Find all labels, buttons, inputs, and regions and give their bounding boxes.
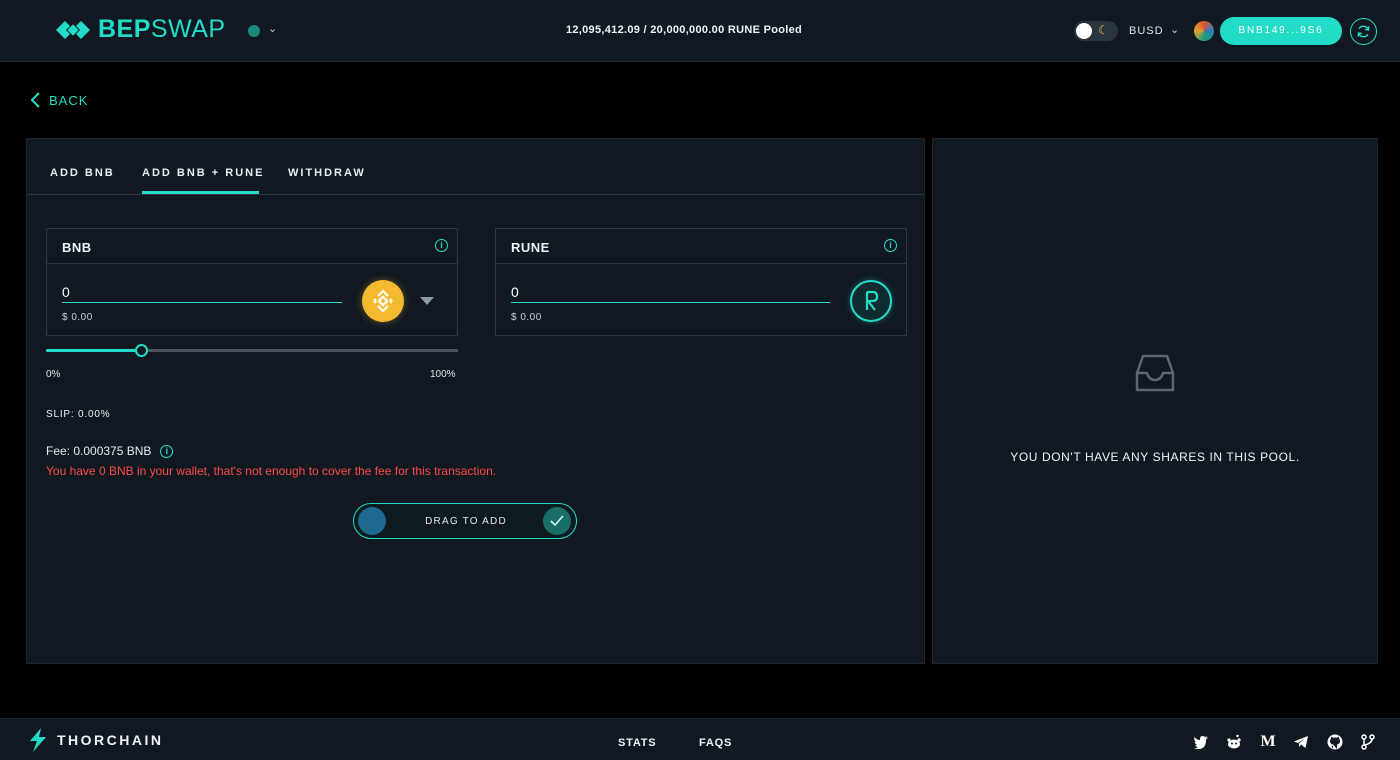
thorchain-brand-text: THORCHAIN — [57, 732, 164, 748]
bnb-usd-value: $ 0.00 — [62, 312, 93, 323]
fee-info-icon[interactable]: i — [160, 444, 174, 458]
amount-slider[interactable] — [46, 344, 458, 357]
toggle-knob — [1076, 23, 1092, 39]
liquidity-tabs: ADD BNB ADD BNB + RUNE WITHDRAW — [27, 139, 924, 195]
top-bar: BEPSWAP ⌄ 12,095,412.09 / 20,000,000.00 … — [0, 0, 1400, 62]
currency-chevron-down-icon[interactable]: ⌄ — [1170, 23, 1179, 36]
rune-coin-icon — [850, 280, 892, 322]
bnb-amount-input[interactable] — [62, 281, 342, 303]
refresh-button[interactable] — [1350, 18, 1377, 45]
bnb-info-icon[interactable]: i — [435, 239, 448, 252]
pool-shares-panel: YOU DON'T HAVE ANY SHARES IN THIS POOL. — [932, 138, 1378, 664]
no-shares-message: YOU DON'T HAVE ANY SHARES IN THIS POOL. — [1010, 450, 1300, 464]
fee-warning-text: You have 0 BNB in your wallet, that's no… — [46, 464, 497, 478]
bnb-logo-icon — [373, 289, 393, 313]
twitter-icon[interactable] — [1193, 734, 1209, 750]
tab-withdraw[interactable]: WITHDRAW — [288, 167, 366, 179]
rune-card-title: RUNE — [511, 240, 550, 255]
tab-add-bnb-rune[interactable]: ADD BNB + RUNE — [142, 167, 264, 179]
refresh-icon — [1357, 25, 1370, 38]
rune-amount-input[interactable] — [511, 281, 830, 303]
slider-max-label: 100% — [430, 369, 456, 380]
slider-thumb[interactable] — [134, 344, 148, 357]
inbox-icon — [1135, 354, 1175, 392]
back-label: BACK — [49, 92, 89, 108]
tab-add-bnb[interactable]: ADD BNB — [50, 167, 115, 179]
rune-info-icon[interactable]: i — [884, 239, 897, 252]
check-icon — [543, 507, 571, 535]
chevron-left-icon — [30, 92, 40, 108]
faqs-link[interactable]: FAQS — [699, 737, 732, 749]
bnb-card-title: BNB — [62, 240, 92, 255]
bnb-input-card: BNB i $ 0.00 — [46, 228, 458, 336]
thorchain-logo[interactable]: THORCHAIN — [27, 727, 164, 753]
thorchain-bolt-icon — [30, 728, 46, 752]
branch-icon[interactable] — [1360, 734, 1376, 750]
drag-to-add-button[interactable]: DRAG TO ADD — [353, 503, 577, 539]
fee-text: Fee: 0.000375 BNB — [46, 444, 152, 458]
bnb-coin-icon[interactable] — [362, 280, 404, 322]
moon-icon: ☾ — [1098, 23, 1109, 37]
slider-min-label: 0% — [46, 369, 61, 380]
rune-input-card: RUNE i $ 0.00 — [495, 228, 907, 336]
wallet-address-button[interactable]: BNB149...9S6 — [1220, 17, 1342, 45]
slip-text: SLIP: 0.00% — [46, 409, 111, 420]
back-link[interactable]: BACK — [30, 91, 88, 109]
rune-logo-icon — [865, 290, 879, 311]
asset-dropdown-caret-icon[interactable] — [420, 297, 434, 305]
currency-selector[interactable]: BUSD — [1129, 25, 1164, 37]
telegram-icon[interactable] — [1293, 734, 1309, 750]
fee-row: Fee: 0.000375 BNB i — [46, 444, 174, 458]
github-icon[interactable] — [1327, 734, 1343, 750]
bnb-card-header: BNB i — [47, 229, 457, 264]
liquidity-panel: ADD BNB ADD BNB + RUNE WITHDRAW BNB i $ … — [26, 138, 925, 664]
reddit-icon[interactable] — [1226, 734, 1242, 750]
wallet-avatar — [1194, 21, 1214, 41]
slider-fill — [46, 349, 141, 352]
active-tab-indicator — [142, 191, 259, 194]
stats-link[interactable]: STATS — [618, 737, 656, 749]
rune-usd-value: $ 0.00 — [511, 312, 542, 323]
medium-icon[interactable]: M — [1260, 733, 1276, 750]
footer: THORCHAIN STATS FAQS M — [0, 718, 1400, 760]
theme-toggle[interactable]: ☾ — [1074, 21, 1118, 41]
rune-card-header: RUNE i — [496, 229, 906, 264]
